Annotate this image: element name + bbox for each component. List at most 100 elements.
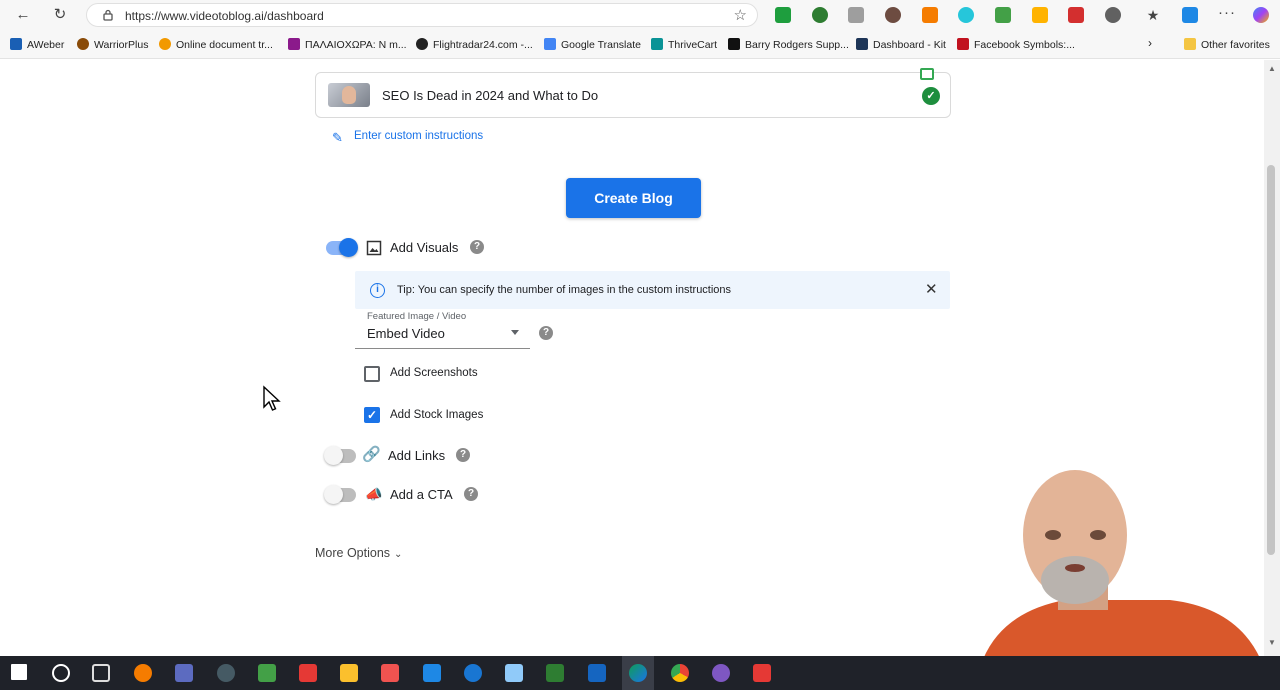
add-stock-images-label: Add Stock Images [390,409,484,421]
extension-icon[interactable] [885,7,901,23]
selected-video-card[interactable]: SEO Is Dead in 2024 and What to Do ✓ [315,68,951,118]
tip-text: Tip: You can specify the number of image… [397,284,732,296]
add-cta-label: Add a CTA [390,487,453,502]
taskbar-app-icon[interactable] [134,664,152,682]
taskbar-app-icon[interactable] [217,664,235,682]
help-icon[interactable]: ? [456,448,470,462]
extension-icon[interactable] [958,7,974,23]
extensions-puzzle-icon[interactable] [1105,7,1121,23]
bookmark-online-document[interactable]: Online document tr... [159,38,273,52]
edge-browser-icon[interactable] [629,664,647,682]
windows-start-icon[interactable] [11,664,27,680]
pencil-icon: ✎ [332,130,343,145]
favorite-star-icon[interactable]: ☆ [734,6,747,24]
bookmark-icon [288,38,300,50]
taskbar-app-icon[interactable] [464,664,482,682]
bookmark-icon [10,38,22,50]
video-thumbnail [328,83,370,107]
chevron-right-icon[interactable]: › [1148,36,1152,50]
presenter-webcam [975,470,1270,690]
back-icon[interactable]: ← [12,5,34,25]
folder-icon [1184,38,1196,50]
bookmark-icon [159,38,171,50]
file-explorer-icon[interactable] [340,664,358,682]
add-links-toggle[interactable] [324,446,356,465]
taskbar-app-icon[interactable] [588,664,606,682]
bookmark-thrivecart[interactable]: ThriveCart [651,38,717,52]
add-screenshots-label: Add Screenshots [390,367,478,379]
site-info-icon[interactable] [101,8,115,22]
info-icon: i [370,283,385,298]
search-icon[interactable] [52,664,70,682]
add-cta-toggle[interactable] [324,485,356,504]
favorites-icon[interactable]: ★ [1145,7,1161,23]
add-stock-images-checkbox[interactable]: ✓ [364,407,380,423]
address-bar[interactable]: https://www.videotoblog.ai/dashboard ☆ [86,3,758,27]
extension-icon[interactable] [995,7,1011,23]
grammarly-widget-icon[interactable] [920,68,934,80]
bookmark-icon [77,38,89,50]
camera-extension-icon[interactable] [848,7,864,23]
featured-media-label: Featured Image / Video [367,311,467,322]
task-view-icon[interactable] [92,664,110,682]
bookmark-palaiochora[interactable]: ΠΑΛΑΙΟΧΩΡΑ: Ν m... [288,38,407,52]
add-visuals-toggle[interactable] [326,238,358,257]
taskbar-app-icon[interactable] [423,664,441,682]
collections-icon[interactable] [1182,7,1198,23]
extension-icon[interactable] [775,7,791,23]
add-screenshots-checkbox[interactable] [364,366,380,382]
bookmark-icon [957,38,969,50]
help-icon[interactable]: ? [470,240,484,254]
reload-icon[interactable]: ↻ [49,5,71,25]
featured-media-select[interactable]: Featured Image / Video Embed Video [355,311,530,349]
tip-banner: i Tip: You can specify the number of ima… [355,271,950,309]
link-icon: 🔗 [362,446,381,463]
featured-media-value: Embed Video [367,326,445,341]
add-links-label: Add Links [388,448,446,463]
bookmark-icon [544,38,556,50]
chrome-browser-icon[interactable] [671,664,689,682]
taskbar-app-icon[interactable] [381,664,399,682]
extension-icon[interactable] [922,7,938,23]
help-icon[interactable]: ? [539,326,553,340]
taskbar-app-icon[interactable] [258,664,276,682]
other-favorites[interactable]: Other favorites [1184,38,1270,52]
bookmark-icon [416,38,428,50]
scroll-up-icon[interactable]: ▲ [1267,64,1277,73]
bookmark-warriorplus[interactable]: WarriorPlus [77,38,148,52]
dropdown-caret-icon [511,330,519,335]
copilot-icon[interactable] [1253,7,1269,23]
taskbar-app-icon[interactable] [299,664,317,682]
browser-toolbar: ← ↻ https://www.videotoblog.ai/dashboard… [0,0,1280,30]
megaphone-icon: 📣 [365,486,383,502]
bookmark-facebook-symbols[interactable]: Facebook Symbols:... [957,38,1075,52]
extension-icon[interactable] [812,7,828,23]
bookmark-icon [651,38,663,50]
taskbar-app-icon[interactable] [753,664,771,682]
bookmark-aweber[interactable]: AWeber [10,38,64,52]
mouse-cursor-icon [263,385,281,411]
help-icon[interactable]: ? [464,487,478,501]
bookmark-dashboard-kit[interactable]: Dashboard - Kit [856,38,946,52]
video-title: SEO Is Dead in 2024 and What to Do [382,88,599,103]
bookmark-flightradar[interactable]: Flightradar24.com -... [416,38,533,52]
bookmark-icon [856,38,868,50]
chevron-down-icon: ⌄ [394,549,403,560]
create-blog-button[interactable]: Create Blog [566,178,701,218]
bookmark-google-translate[interactable]: Google Translate [544,38,641,52]
taskbar-app-icon[interactable] [712,664,730,682]
taskbar-app-icon[interactable] [546,664,564,682]
more-menu-icon[interactable]: ··· [1218,4,1236,21]
url-text[interactable]: https://www.videotoblog.ai/dashboard [125,9,324,23]
taskbar-app-icon[interactable] [505,664,523,682]
bookmark-barry-rodgers[interactable]: Barry Rodgers Supp... [728,38,849,52]
extension-icon[interactable] [1068,7,1084,23]
extension-icon[interactable] [1032,7,1048,23]
check-icon: ✓ [922,87,940,105]
calculator-icon[interactable] [175,664,193,682]
custom-instructions-label: Enter custom instructions [354,130,484,142]
image-icon [366,240,382,256]
bookmarks-bar: AWeber WarriorPlus Online document tr...… [0,30,1280,59]
more-options-toggle[interactable]: More Options ⌄ [315,546,402,560]
close-icon[interactable]: ✕ [925,280,938,298]
